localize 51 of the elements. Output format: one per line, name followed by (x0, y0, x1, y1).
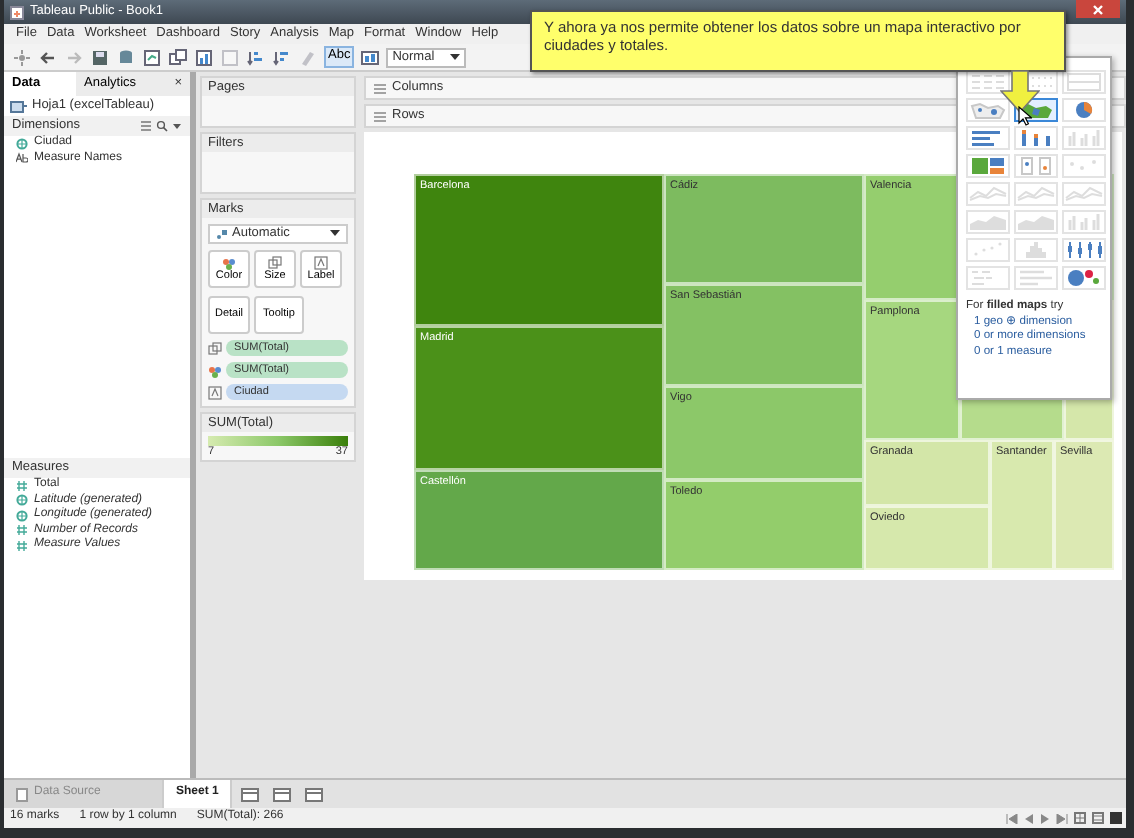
abc-icon (16, 152, 28, 165)
back-arrow-icon[interactable] (38, 47, 58, 67)
search-icon[interactable] (156, 120, 168, 132)
sort-ascending-icon[interactable] (246, 47, 266, 67)
packed-bubbles-icon[interactable] (1062, 266, 1106, 290)
callout-arrow (1000, 70, 1040, 114)
new-sheet-icon[interactable] (240, 786, 261, 802)
grid-view-icon[interactable] (1074, 812, 1086, 824)
pie-chart-icon[interactable] (1062, 98, 1106, 122)
shelf-lines-icon (374, 83, 386, 93)
database-icon[interactable] (116, 47, 136, 67)
marks-icon (216, 228, 228, 240)
stacked-bar-chart-icon[interactable] (1014, 126, 1058, 150)
size-squares-icon (268, 255, 282, 270)
app-icon (10, 5, 24, 19)
label-text-icon (208, 385, 222, 399)
list-icon[interactable] (140, 120, 152, 132)
color-dots-icon (208, 363, 222, 377)
previous-icon[interactable] (1024, 813, 1034, 823)
save-icon[interactable] (90, 47, 110, 67)
close-button[interactable] (1076, 0, 1120, 18)
last-page-icon[interactable] (1056, 813, 1068, 823)
caret-icon[interactable] (172, 120, 182, 132)
list-view-icon[interactable] (1092, 812, 1104, 824)
new-sheet-icon[interactable] (142, 47, 162, 67)
symbol-map-icon[interactable] (966, 98, 1010, 122)
shelf-lines-icon (374, 111, 386, 121)
globe-icon (16, 137, 28, 150)
circle-view-icon[interactable] (1014, 154, 1058, 178)
treemap-icon[interactable] (966, 154, 1010, 178)
caret-icon (330, 230, 340, 238)
close-icon (1092, 3, 1104, 15)
mouse-cursor-icon (1018, 106, 1032, 126)
caret-icon (450, 53, 461, 61)
new-story-icon[interactable] (304, 786, 325, 802)
horizontal-bar-chart-icon[interactable] (966, 126, 1010, 150)
color-legend-gradient (208, 436, 348, 446)
bar-chart-icon[interactable] (194, 47, 214, 67)
color-dots-icon (222, 255, 236, 270)
data-source-icon (10, 99, 28, 113)
new-dashboard-icon[interactable] (272, 786, 293, 802)
next-icon[interactable] (1040, 813, 1050, 823)
first-page-icon[interactable] (1006, 813, 1018, 823)
chart-size-icon[interactable] (360, 47, 381, 67)
data-source-icon (16, 787, 28, 801)
number-sign-icon (16, 479, 28, 492)
box-plot-icon[interactable] (1062, 238, 1106, 262)
label-text-icon (314, 255, 328, 270)
sort-descending-icon[interactable] (272, 47, 292, 67)
size-squares-icon (208, 341, 222, 355)
duplicate-icon[interactable] (168, 47, 188, 67)
